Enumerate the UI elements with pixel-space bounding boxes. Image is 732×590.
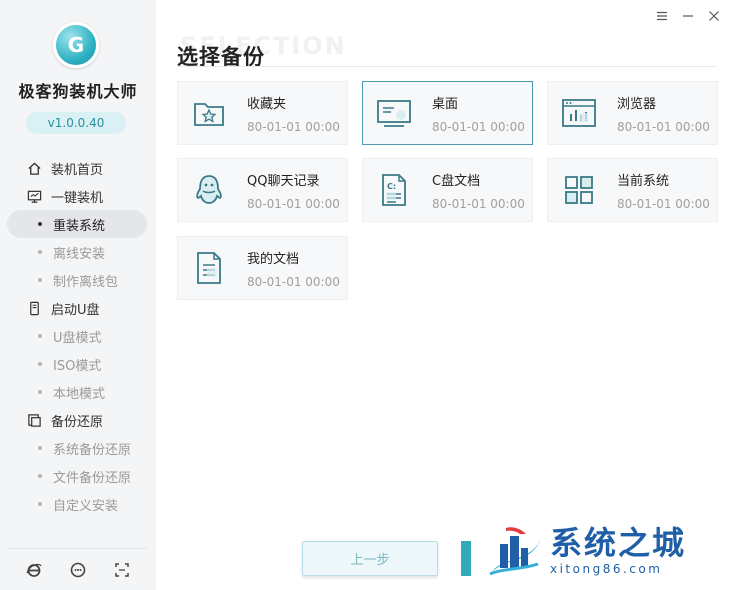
sidebar-item-one-click-install[interactable]: 一键装机: [0, 182, 156, 210]
sidebar-item-label: 本地模式: [53, 386, 106, 402]
main-panel: SELECTION 选择备份 收藏夹 80-01-01 00:00 桌面 80-…: [156, 0, 732, 590]
sidebar-item-system-backup-restore[interactable]: 系统备份还原: [0, 434, 156, 462]
backup-card-browser[interactable]: 浏览器 80-01-01 00:00: [547, 81, 718, 145]
backup-card-current-system[interactable]: 当前系统 80-01-01 00:00: [547, 158, 718, 222]
sidebar-nav: 装机首页 一键装机 重装系统 离线安装 制作离线包 启动U盘 U盘模式 ISO模…: [0, 154, 156, 518]
bullet-icon: [38, 278, 42, 282]
previous-step-button[interactable]: 上一步: [302, 541, 438, 576]
card-name: 我的文档: [247, 251, 300, 267]
monitor-icon: [26, 188, 42, 204]
app-name: 极客狗装机大师: [18, 82, 138, 101]
sidebar-item-label: 装机首页: [51, 162, 104, 178]
browser-window-icon: [561, 95, 597, 131]
app-window: G 极客狗装机大师 v1.0.0.40 装机首页 一键装机 重装系统 离线安装 …: [0, 0, 732, 590]
sidebar-item-boot-usb[interactable]: 启动U盘: [0, 294, 156, 322]
support-chat-icon[interactable]: [68, 560, 88, 580]
app-logo: G: [53, 22, 99, 68]
card-date: 80-01-01 00:00: [432, 119, 525, 134]
bullet-icon: [38, 446, 42, 450]
sidebar-item-label: 备份还原: [51, 414, 104, 430]
card-name: 收藏夹: [247, 96, 287, 112]
backup-card-c-drive-docs[interactable]: C: C盘文档 80-01-01 00:00: [362, 158, 533, 222]
sidebar: G 极客狗装机大师 v1.0.0.40 装机首页 一键装机 重装系统 离线安装 …: [0, 0, 156, 590]
sidebar-item-label: 自定义安装: [53, 498, 119, 514]
window-controls: [654, 8, 722, 24]
card-name: 当前系统: [617, 173, 670, 189]
sidebar-item-file-backup-restore[interactable]: 文件备份还原: [0, 462, 156, 490]
bullet-icon: [38, 502, 42, 506]
sidebar-item-iso-mode[interactable]: ISO模式: [0, 350, 156, 378]
close-icon[interactable]: [706, 8, 722, 24]
backup-card-favorites[interactable]: 收藏夹 80-01-01 00:00: [177, 81, 348, 145]
menu-icon[interactable]: [654, 8, 670, 24]
svg-text:C:: C:: [387, 182, 396, 191]
watermark-cn: 系统之城: [550, 524, 687, 562]
card-date: 80-01-01 00:00: [247, 196, 340, 211]
sidebar-item-home[interactable]: 装机首页: [0, 154, 156, 182]
minimize-icon[interactable]: [680, 8, 696, 24]
city-logo-icon: [489, 527, 542, 576]
fullscreen-icon[interactable]: [112, 560, 132, 580]
browser-e-icon[interactable]: [24, 560, 44, 580]
sidebar-item-label: 离线安装: [53, 246, 106, 262]
card-date: 80-01-01 00:00: [247, 274, 340, 289]
watermark-en: xitong86.com: [550, 562, 663, 576]
svg-text:G: G: [68, 33, 84, 57]
sidebar-divider: [7, 548, 147, 549]
sidebar-item-backup-restore[interactable]: 备份还原: [0, 406, 156, 434]
sidebar-item-label: 启动U盘: [51, 302, 100, 318]
sidebar-footer: [0, 560, 156, 584]
backup-card-qq-chat[interactable]: QQ聊天记录 80-01-01 00:00: [177, 158, 348, 222]
sidebar-item-label: 重装系统: [53, 218, 106, 234]
sidebar-item-reinstall-system[interactable]: 重装系统: [7, 210, 147, 238]
backup-card-desktop[interactable]: 桌面 80-01-01 00:00: [362, 81, 533, 145]
bullet-icon: [38, 474, 42, 478]
card-date: 80-01-01 00:00: [247, 119, 340, 134]
usb-drive-icon: [26, 300, 42, 316]
card-name: C盘文档: [432, 173, 481, 189]
backup-icon: [26, 412, 42, 428]
card-name: QQ聊天记录: [247, 173, 320, 189]
card-name: 浏览器: [617, 96, 657, 112]
c-drive-document-icon: C:: [376, 172, 412, 208]
card-name: 桌面: [432, 96, 459, 112]
sidebar-item-label: ISO模式: [53, 358, 102, 374]
sidebar-item-label: 一键装机: [51, 190, 104, 206]
sidebar-item-local-mode[interactable]: 本地模式: [0, 378, 156, 406]
sidebar-item-label: 系统备份还原: [53, 442, 132, 458]
sidebar-item-custom-install[interactable]: 自定义安装: [0, 490, 156, 518]
watermark-text: 系统之城 xitong86.com: [550, 522, 686, 576]
logo-g-icon: G: [68, 33, 84, 57]
sidebar-item-label: 制作离线包: [53, 274, 119, 290]
sidebar-item-usb-mode[interactable]: U盘模式: [0, 322, 156, 350]
home-icon: [26, 160, 42, 176]
bullet-icon: [38, 250, 42, 254]
sidebar-item-label: 文件备份还原: [53, 470, 132, 486]
qq-penguin-icon: [191, 172, 227, 208]
sidebar-item-label: U盘模式: [53, 330, 102, 346]
favorites-folder-icon: [191, 95, 227, 131]
bullet-icon: [38, 362, 42, 366]
backup-card-my-documents[interactable]: 我的文档 80-01-01 00:00: [177, 236, 348, 300]
desktop-icon: [376, 95, 412, 131]
card-date: 80-01-01 00:00: [432, 196, 525, 211]
site-watermark: 系统之城 xitong86.com: [486, 522, 732, 588]
next-step-button[interactable]: [461, 541, 471, 576]
sidebar-item-make-offline-package[interactable]: 制作离线包: [0, 266, 156, 294]
bullet-icon: [38, 222, 42, 226]
sidebar-item-offline-install[interactable]: 离线安装: [0, 238, 156, 266]
title-divider: [177, 66, 717, 67]
version-badge: v1.0.0.40: [26, 112, 126, 134]
card-date: 80-01-01 00:00: [617, 196, 710, 211]
card-date: 80-01-01 00:00: [617, 119, 710, 134]
my-documents-icon: [191, 250, 227, 286]
system-grid-icon: [561, 172, 597, 208]
bullet-icon: [38, 334, 42, 338]
bullet-icon: [38, 390, 42, 394]
